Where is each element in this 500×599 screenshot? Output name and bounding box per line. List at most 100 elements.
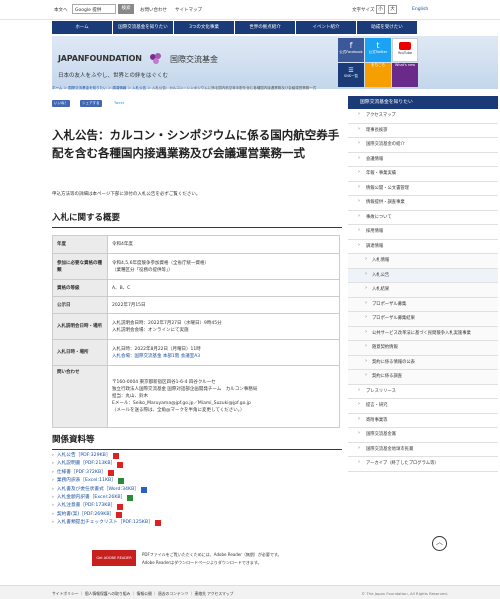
nav-events[interactable]: イベント紹介 xyxy=(296,21,357,34)
sidebar-heading[interactable]: 国際交流基金を知りたい xyxy=(348,96,498,109)
pdf-icon xyxy=(154,520,161,527)
font-large-button[interactable]: 大 xyxy=(388,5,397,14)
doc-link[interactable]: 業務内訳表［Excel:11KB］ xyxy=(57,477,116,485)
row-label: 参加に必要な資格の種類 xyxy=(52,253,108,280)
facebook-link[interactable]: f 公式Facebook xyxy=(338,38,364,62)
sidebar-item[interactable]: 会議情報 xyxy=(348,153,498,167)
skip-to-content-link[interactable]: 本文へ xyxy=(54,7,68,13)
doc-link[interactable]: 入札書類提出チェックリスト［PDF:125KB］ xyxy=(57,519,153,527)
sidebar-item[interactable]: 年報・事業実績 xyxy=(348,167,498,182)
sidebar-item[interactable]: 国際交流基金地球市民賞 xyxy=(348,443,498,457)
sitemap-link[interactable]: サイトマップ xyxy=(175,7,202,13)
doc-link[interactable]: 契約書(案)［PDF:269KB］ xyxy=(57,511,114,519)
excel-icon xyxy=(117,478,124,485)
tender-info-table: 年度 令和4年度 参加に必要な資格の種類 令和4,5,6年度競争参加資格（全省庁統一… xyxy=(52,235,340,428)
sidebar-item[interactable]: 入札公告 xyxy=(348,268,498,283)
logo-japanese: 国際交流基金 xyxy=(170,55,218,64)
scroll-to-top-button[interactable]: ︿ xyxy=(432,536,447,551)
table-row: 問い合わせ 〒160-0004 東京都新宿区四谷1-6-4 四谷クルーセ 独立行政法… xyxy=(52,365,340,428)
doc-link[interactable]: 仕様書［PDF:372KB］ xyxy=(57,469,106,477)
table-row: 参加に必要な資格の種類 令和4,5,6年度競争参加資格（全省庁統一資格） （業種区分… xyxy=(52,253,340,280)
facebook-like-button[interactable]: いいね！ xyxy=(52,100,70,107)
doc-link[interactable]: 入札金額内訳書［Excel:26KB］ xyxy=(57,494,125,502)
doc-link[interactable]: 入札説明書［PDF:213KB］ xyxy=(57,460,115,468)
sidebar-item[interactable]: 寄附事業等 xyxy=(348,414,498,428)
row-value: 〒160-0004 東京都新宿区四谷1-6-4 四谷クルーセ 独立行政法人国際交流… xyxy=(107,365,340,428)
table-row: 年度 令和4年度 xyxy=(52,235,340,254)
sidebar-item[interactable]: 調達情報 xyxy=(348,240,498,254)
venue-link[interactable]: 入札会場：国際交流基金 本部1階 会議室A3 xyxy=(112,354,200,359)
sidebar-item[interactable]: アーカイブ（終了したプログラム等） xyxy=(348,457,498,472)
sns-list-link[interactable]: ☰ SNS一覧 xyxy=(338,63,364,87)
site-logo[interactable]: JAPANFOUNDATION xyxy=(58,54,142,63)
adobe-reader-badge[interactable]: Get ADOBE READER xyxy=(92,550,136,566)
breadcrumb-tender[interactable]: 入札公告 xyxy=(132,86,146,90)
doc-link[interactable]: 入札公告［PDF:329KB］ xyxy=(57,452,111,460)
nav-grants[interactable]: 助成を受けたい xyxy=(357,21,418,34)
section-documents-heading: 関係資料等 xyxy=(52,433,342,450)
search-button[interactable]: 検索 xyxy=(118,4,134,14)
row-label: 資格の等級 xyxy=(52,279,108,297)
sidebar-item[interactable]: 提言・研究 xyxy=(348,399,498,414)
twitter-link[interactable]: t 公式Twitter xyxy=(365,38,391,62)
copyright: © The Japan Foundation, All Rights Reser… xyxy=(361,591,448,596)
nav-home[interactable]: ホーム xyxy=(52,21,113,34)
font-small-button[interactable]: 小 xyxy=(376,5,385,14)
list-item: › 契約書(案)［PDF:269KB］ xyxy=(52,511,252,519)
english-link[interactable]: English xyxy=(412,7,428,12)
nav-programs[interactable]: 3つの文化事業 xyxy=(174,21,235,34)
facebook-share-button[interactable]: シェアする xyxy=(80,100,102,107)
row-label: 入札日時・場所 xyxy=(52,339,108,366)
sidebar-item[interactable]: 入札情報 xyxy=(348,254,498,269)
section-overview-heading: 入札に関する概要 xyxy=(52,211,342,228)
whats-new-link[interactable]: What's new xyxy=(392,63,418,87)
sidebar-item[interactable]: 入札結果 xyxy=(348,283,498,298)
contact-link[interactable]: お問い合わせ xyxy=(140,7,167,13)
row-value: A、B、C xyxy=(107,279,340,297)
breadcrumb-about[interactable]: 国際交流基金を知りたい xyxy=(68,86,107,90)
sidebar: 国際交流基金を知りたい アクセスマップ理事長挨拶国際交流基金の紹介会議情報年報・… xyxy=(348,96,498,472)
wochikochi-link[interactable]: をちこち xyxy=(365,63,391,87)
list-item: › 仕様書［PDF:372KB］ xyxy=(52,469,252,477)
row-label: 入札説明会日時・場所 xyxy=(52,313,108,340)
nav-offices[interactable]: 世界の拠点紹介 xyxy=(235,21,296,34)
footer-links[interactable]: サイトポリシー ｜ 個人情報保護への取り組み ｜ 情報公開 ｜ 過去のコンテンツ… xyxy=(52,591,233,597)
sidebar-item[interactable]: 事故について xyxy=(348,211,498,225)
font-size-label: 文字サイズ xyxy=(352,8,375,13)
sidebar-item[interactable]: 採用情報 xyxy=(348,225,498,240)
sidebar-item[interactable]: プレスリリース xyxy=(348,385,498,399)
breadcrumb-home[interactable]: ホーム xyxy=(52,86,62,90)
row-label: 問い合わせ xyxy=(52,365,108,428)
sidebar-item[interactable]: プロポーザル募集結果 xyxy=(348,312,498,327)
breadcrumb: ホーム ＞ 国際交流基金を知りたい ＞ 調達情報 ＞ 入札公告 ＞ 入札公告：カ… xyxy=(52,86,317,90)
pdf-icon xyxy=(112,453,119,460)
sidebar-item[interactable]: 情報公開・公文書管理 xyxy=(348,182,498,196)
sidebar-item[interactable]: 国際交流基金賞 xyxy=(348,428,498,443)
pdf-icon xyxy=(116,512,123,519)
sidebar-item[interactable]: 契約に係る調査 xyxy=(348,370,498,385)
sidebar-item[interactable]: 理事長挨拶 xyxy=(348,124,498,138)
sidebar-item[interactable]: 随意契約情報 xyxy=(348,341,498,356)
doc-link[interactable]: 入札書及び委任状書式［Word:34KB］ xyxy=(57,486,139,494)
table-row: 公示日 2022年7月15日 xyxy=(52,296,340,314)
pdf-icon xyxy=(107,470,114,477)
tweet-button[interactable]: Tweet xyxy=(112,100,127,107)
search-input[interactable]: Google 提供 xyxy=(72,4,116,14)
sidebar-item[interactable]: 情報提供・調査事業 xyxy=(348,196,498,211)
sidebar-item[interactable]: 国際交流基金の紹介 xyxy=(348,138,498,153)
tagline: 日本の友人をふやし、世界との絆をはぐくむ xyxy=(58,73,168,79)
pdf-icon xyxy=(117,461,124,468)
breadcrumb-procurement[interactable]: 調達情報 xyxy=(112,86,126,90)
doc-link[interactable]: 入札注意書［PDF:173KB］ xyxy=(57,502,115,510)
sidebar-item[interactable]: アクセスマップ xyxy=(348,109,498,124)
page-title: 入札公告：カルコン・シンポジウムに係る国内航空券手配を含む各種国内接遇業務及び会… xyxy=(52,128,340,160)
intro-text: 申込方法等の詳細は本ページ下部に添付の入札公告を必ずご覧ください。 xyxy=(52,192,201,197)
row-value: 2022年7月15日 xyxy=(107,296,340,314)
nav-about[interactable]: 国際交流基金を知りたい xyxy=(113,21,174,34)
table-row: 入札日時・場所 入札日時：2022年8月22日（月曜日）11時 入札会場：国際交流基… xyxy=(52,339,340,366)
sidebar-item[interactable]: 契約に係る情報の公表 xyxy=(348,355,498,370)
footer: サイトポリシー ｜ 個人情報保護への取り組み ｜ 情報公開 ｜ 過去のコンテンツ… xyxy=(0,585,500,599)
sidebar-item[interactable]: 公共サービス改革法に基づく民間競争入札実施事業 xyxy=(348,326,498,341)
youtube-link[interactable]: YouTube xyxy=(392,38,418,62)
sidebar-item[interactable]: プロポーザル募集 xyxy=(348,297,498,312)
